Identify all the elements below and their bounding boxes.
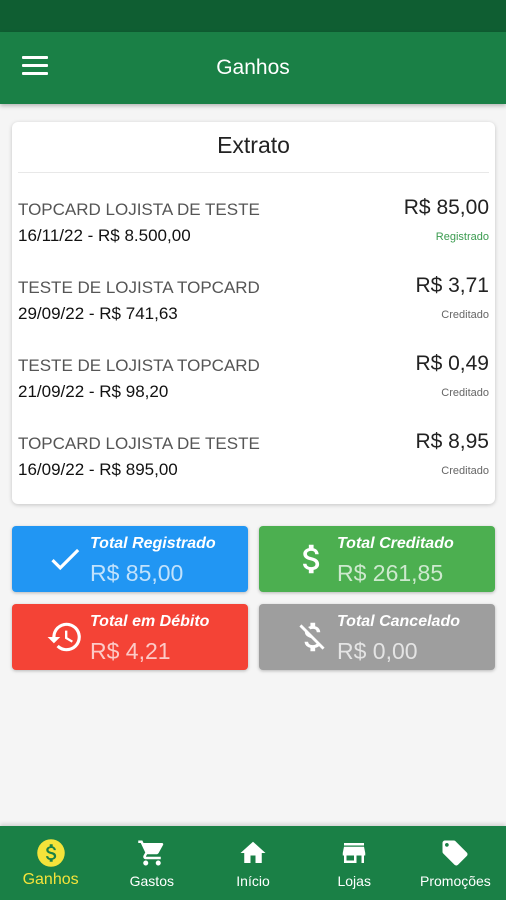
statement-row[interactable]: TESTE DE LOJISTA TOPCARD 21/09/22 - R$ 9… — [12, 352, 495, 426]
row-status: Registrado — [435, 231, 489, 243]
tile-value: R$ 261,85 — [337, 560, 444, 586]
nav-item-gastos[interactable]: Gastos — [101, 826, 202, 900]
home-icon — [240, 841, 266, 863]
row-merchant: TESTE DE LOJISTA TOPCARD — [18, 356, 260, 375]
total-debito-tile[interactable]: Total em Débito R$ 4,21 — [12, 604, 248, 670]
row-detail: 21/09/22 - R$ 98,20 — [18, 382, 169, 401]
nav-label: Ganhos — [22, 871, 79, 888]
nav-label: Gastos — [129, 873, 174, 889]
menu-icon[interactable] — [22, 56, 48, 80]
row-amount: R$ 85,00 — [403, 196, 489, 219]
tile-value: R$ 4,21 — [90, 638, 171, 664]
total-registrado-tile[interactable]: Total Registrado R$ 85,00 — [12, 526, 248, 592]
statement-row[interactable]: TOPCARD LOJISTA DE TESTE 16/11/22 - R$ 8… — [12, 196, 495, 270]
row-merchant: TOPCARD LOJISTA DE TESTE — [18, 434, 260, 453]
statement-row[interactable]: TOPCARD LOJISTA DE TESTE 16/09/22 - R$ 8… — [12, 430, 495, 504]
nav-label: Lojas — [337, 873, 371, 889]
row-detail: 16/11/22 - R$ 8.500,00 — [18, 226, 191, 245]
total-cancelado-tile[interactable]: Total Cancelado R$ 0,00 — [259, 604, 495, 670]
tile-label: Total Registrado — [90, 535, 216, 552]
money-off-icon — [299, 622, 325, 652]
cart-icon — [138, 840, 164, 866]
page-title: Ganhos — [216, 56, 290, 79]
store-icon — [342, 843, 366, 863]
check-icon — [51, 548, 80, 571]
nav-label: Promoções — [420, 873, 491, 889]
nav-label: Início — [236, 873, 270, 889]
status-bar — [0, 0, 506, 32]
row-merchant: TESTE DE LOJISTA TOPCARD — [18, 278, 260, 297]
row-amount: R$ 3,71 — [415, 274, 489, 297]
divider — [18, 172, 489, 173]
row-amount: R$ 0,49 — [415, 352, 489, 375]
tile-label: Total em Débito — [90, 613, 210, 630]
row-merchant: TOPCARD LOJISTA DE TESTE — [18, 200, 260, 219]
tile-label: Total Creditado — [337, 535, 454, 552]
bottom-nav: Ganhos Gastos Início Lojas Promoções — [0, 826, 506, 900]
nav-item-inicio[interactable]: Início — [202, 826, 303, 900]
row-status: Creditado — [441, 309, 489, 321]
tile-label: Total Cancelado — [337, 613, 460, 630]
row-amount: R$ 8,95 — [415, 430, 489, 453]
statement-card: Extrato TOPCARD LOJISTA DE TESTE 16/11/2… — [12, 122, 495, 504]
tile-value: R$ 0,00 — [337, 638, 418, 664]
total-creditado-tile[interactable]: Total Creditado R$ 261,85 — [259, 526, 495, 592]
nav-item-lojas[interactable]: Lojas — [304, 826, 405, 900]
dollar-circle-icon — [36, 839, 65, 867]
row-detail: 16/09/22 - R$ 895,00 — [18, 460, 178, 479]
history-icon — [47, 622, 81, 652]
tile-value: R$ 85,00 — [90, 560, 184, 586]
nav-item-promocoes[interactable]: Promoções — [405, 826, 506, 900]
row-status: Creditado — [441, 387, 489, 399]
tag-icon — [442, 840, 468, 866]
row-detail: 29/09/22 - R$ 741,63 — [18, 304, 178, 323]
app-bar: Ganhos — [0, 32, 506, 104]
statement-title: Extrato — [217, 132, 290, 158]
statement-row[interactable]: TESTE DE LOJISTA TOPCARD 29/09/22 - R$ 7… — [12, 274, 495, 348]
nav-item-ganhos[interactable]: Ganhos — [0, 826, 101, 900]
dollar-icon — [303, 544, 320, 574]
row-status: Creditado — [441, 465, 489, 477]
